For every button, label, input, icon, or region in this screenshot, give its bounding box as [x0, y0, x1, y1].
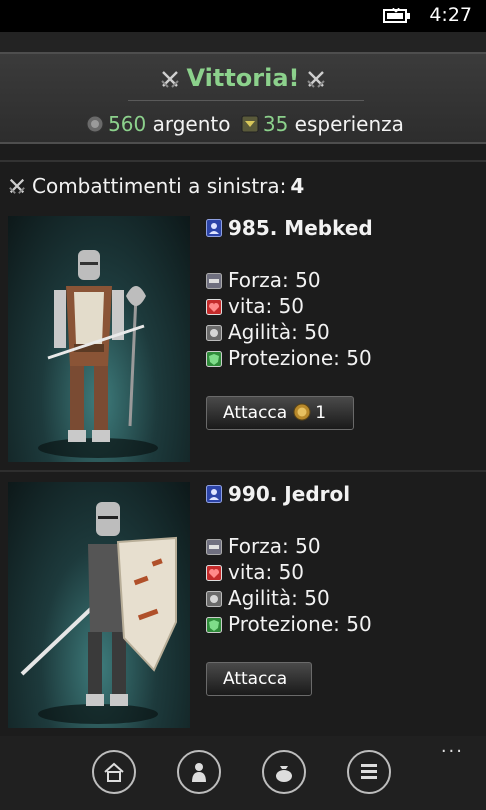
stat-label: Agilità: 50 — [228, 586, 330, 610]
crossed-swords-icon — [9, 178, 25, 194]
opponent-card: 985. Mebked Forza: 50 vita: 50 Agilità: … — [0, 216, 486, 480]
attack-cost: 1 — [315, 403, 327, 423]
stat-label: Forza: 50 — [228, 268, 321, 292]
menu-button[interactable] — [347, 750, 391, 794]
character-button[interactable] — [177, 750, 221, 794]
battery-charging-icon — [383, 8, 410, 23]
home-icon — [104, 762, 124, 782]
heart-icon — [206, 299, 222, 315]
stat-strength: Forza: 50 — [206, 534, 321, 558]
stat-agility: Agilità: 50 — [206, 320, 330, 344]
character-icon — [192, 763, 206, 782]
rank-badge-icon — [206, 219, 222, 237]
divider — [0, 160, 486, 162]
more-options-button[interactable]: ... — [441, 736, 464, 757]
shop-button[interactable] — [262, 750, 306, 794]
attack-button[interactable]: Attacca — [206, 662, 312, 696]
silver-coin-icon — [86, 115, 104, 133]
stat-life: vita: 50 — [206, 560, 304, 584]
clock: 4:27 — [429, 4, 472, 26]
stat-strength: Forza: 50 — [206, 268, 321, 292]
header-strip — [0, 32, 486, 52]
stat-label: Protezione: 50 — [228, 346, 372, 370]
opponent-card: 990. Jedrol Forza: 50 vita: 50 Agilità: … — [0, 482, 486, 746]
status-bar: 4:27 — [0, 0, 486, 32]
xp-amount: 35 — [262, 112, 289, 136]
stat-label: Protezione: 50 — [228, 612, 372, 636]
stat-protection: Protezione: 50 — [206, 346, 372, 370]
fights-remaining: Combattimenti a sinistra: 4 — [8, 174, 304, 198]
menu-list-icon — [361, 764, 377, 779]
stat-label: Forza: 50 — [228, 534, 321, 558]
knight-illustration — [38, 250, 158, 458]
divider — [0, 470, 486, 472]
opponent-name-text: 985. Mebked — [228, 216, 373, 240]
crossed-swords-icon — [306, 71, 325, 88]
knight-illustration — [20, 502, 177, 724]
opponent-name-text: 990. Jedrol — [228, 482, 351, 506]
stat-agility: Agilità: 50 — [206, 586, 330, 610]
fights-label: Combattimenti a sinistra: — [32, 174, 287, 198]
agility-icon — [206, 325, 222, 341]
fights-count: 4 — [290, 174, 305, 198]
stat-label: Agilità: 50 — [228, 320, 330, 344]
victory-panel: Vittoria! 560 argento 35 esperienza — [0, 52, 486, 144]
attack-label: Attacca — [223, 669, 288, 689]
rank-badge-icon — [206, 485, 222, 503]
silver-label: argento — [152, 112, 231, 136]
agility-icon — [206, 591, 222, 607]
stat-life: vita: 50 — [206, 294, 304, 318]
attack-label: Attacca — [223, 403, 288, 423]
opponent-portrait[interactable] — [8, 216, 190, 462]
victory-title: Vittoria! — [186, 64, 300, 92]
silver-amount: 560 — [108, 112, 147, 136]
crossed-swords-icon — [161, 71, 180, 88]
rewards-line: 560 argento 35 esperienza — [0, 112, 486, 136]
strength-icon — [206, 539, 222, 555]
heart-icon — [206, 565, 222, 581]
xp-label: esperienza — [294, 112, 404, 136]
stat-label: vita: 50 — [228, 560, 305, 584]
strength-icon — [206, 273, 222, 289]
attack-button[interactable]: Attacca 1 — [206, 396, 354, 430]
opponent-name[interactable]: 985. Mebked — [206, 216, 373, 240]
stat-protection: Protezione: 50 — [206, 612, 372, 636]
experience-badge-icon — [241, 115, 259, 133]
app-bar: ... — [0, 736, 486, 810]
money-bag-icon — [276, 766, 292, 782]
divider — [128, 100, 364, 101]
opponent-name[interactable]: 990. Jedrol — [206, 482, 350, 506]
shield-icon — [206, 617, 222, 633]
home-button[interactable] — [92, 750, 136, 794]
gold-coin-icon — [293, 403, 311, 421]
victory-heading: Vittoria! — [0, 64, 486, 92]
opponent-portrait[interactable] — [8, 482, 190, 728]
stat-label: vita: 50 — [228, 294, 305, 318]
shield-icon — [206, 351, 222, 367]
